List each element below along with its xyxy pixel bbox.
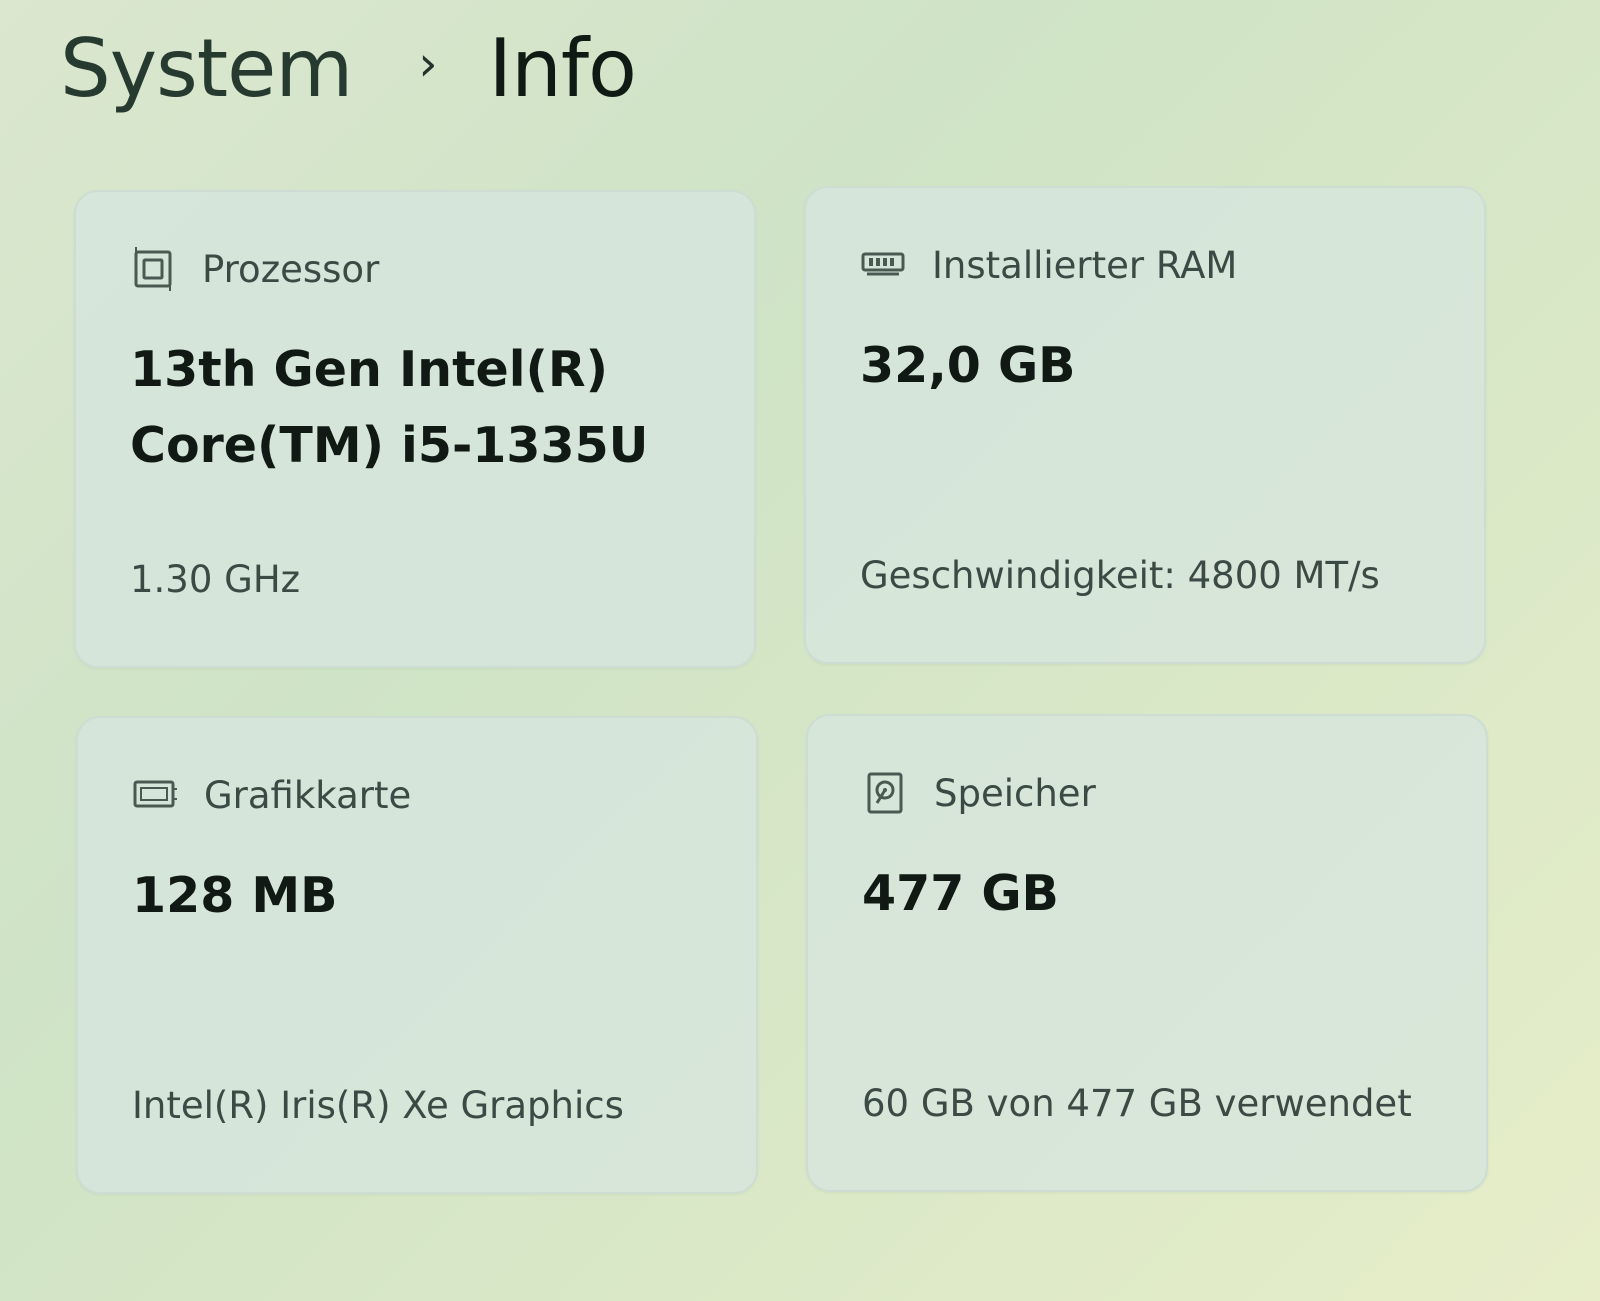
graphics-memory-value: 128 MB — [132, 867, 338, 924]
ram-card-header: Installierter RAM — [860, 240, 1237, 290]
processor-name-line1: 13th Gen Intel(R) — [130, 341, 609, 398]
storage-label: Speicher — [934, 771, 1096, 815]
storage-usage: 60 GB von 477 GB verwendet — [862, 1082, 1412, 1125]
storage-value: 477 GB — [862, 865, 1059, 922]
breadcrumb: System › Info — [60, 18, 637, 118]
processor-card: Prozessor 13th Gen Intel(R) Core(TM) i5-… — [74, 190, 756, 668]
ram-speed: Geschwindigkeit: 4800 MT/s — [860, 554, 1380, 597]
processor-label: Prozessor — [202, 247, 380, 291]
graphics-card-icon — [132, 772, 178, 818]
ram-card: Installierter RAM 32,0 GB Geschwindigkei… — [804, 186, 1486, 664]
ram-label: Installierter RAM — [932, 243, 1238, 287]
breadcrumb-system-link[interactable]: System — [60, 22, 353, 115]
page-title: Info — [488, 21, 637, 115]
storage-card-header: Speicher — [862, 768, 1096, 818]
processor-speed: 1.30 GHz — [130, 558, 301, 601]
breadcrumb-separator: › — [418, 36, 437, 92]
storage-drive-icon — [862, 770, 908, 816]
graphics-card-header: Grafikkarte — [132, 770, 411, 820]
graphics-card: Grafikkarte 128 MB Intel(R) Iris(R) Xe G… — [76, 716, 758, 1194]
processor-name-line2: Core(TM) i5-1335U — [130, 417, 649, 474]
graphics-label: Grafikkarte — [204, 773, 412, 817]
storage-card: Speicher 477 GB 60 GB von 477 GB verwend… — [806, 714, 1488, 1192]
processor-chip-icon — [130, 246, 176, 292]
processor-card-header: Prozessor — [130, 244, 379, 294]
processor-value: 13th Gen Intel(R) Core(TM) i5-1335U — [130, 332, 730, 484]
ram-module-icon — [860, 242, 906, 288]
ram-value: 32,0 GB — [860, 337, 1076, 394]
graphics-adapter-name: Intel(R) Iris(R) Xe Graphics — [132, 1084, 624, 1127]
